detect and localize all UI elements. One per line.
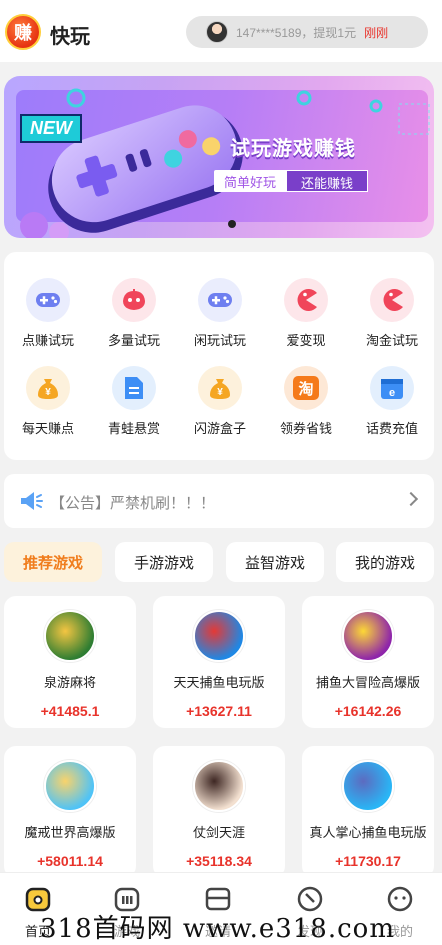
svg-text:¥: ¥ (217, 387, 223, 398)
promo-banner[interactable]: NEW 试玩游戏赚钱 简单好玩 还能赚钱 (4, 76, 434, 238)
game-name: 仗剑天涯 (192, 825, 245, 840)
game-reward: +16142.26 (334, 703, 402, 719)
gamepad-illustration (20, 88, 430, 238)
game-name: 真人掌心捕鱼电玩版 (309, 825, 427, 840)
tab-recommended[interactable]: 推荐游戏 (4, 542, 102, 582)
game-icon (342, 760, 394, 812)
grid-item[interactable]: 爱变现 (264, 278, 348, 349)
grid-item-label: 爱变现 (286, 333, 326, 348)
controller-icon (112, 278, 156, 322)
grid-item-label: 点赚试玩 (21, 333, 74, 348)
game-card[interactable]: 魔戒世界高爆版 +58011.14 (4, 746, 136, 878)
announcement-text: 【公告】严禁机刷！！！ (50, 495, 216, 512)
feature-grid: 点赚试玩 多量试玩 闲玩试玩 爱变现 淘金试玩 ¥ 每天赚点 青蛙悬赏 ¥ 闪游盒子… (4, 252, 434, 460)
grid-item[interactable]: ¥ 每天赚点 (6, 366, 90, 437)
tab-mobile[interactable]: 手游游戏 (115, 542, 213, 582)
game-name: 泉游麻将 (43, 675, 96, 690)
banner-sub-right: 还能赚钱 (286, 170, 369, 192)
game-name: 魔戒世界高爆版 (24, 825, 116, 840)
taobao-icon: 淘 (284, 366, 328, 410)
pacman-icon (284, 278, 328, 322)
grid-item[interactable]: 点赚试玩 (6, 278, 90, 349)
banner-title: 试玩游戏赚钱 (230, 138, 356, 160)
phone-card-icon: e (370, 366, 414, 410)
grid-item-label: 领券省钱 (279, 421, 332, 436)
svg-text:淘: 淘 (297, 380, 313, 398)
tab-mine[interactable]: 我的游戏 (336, 542, 434, 582)
game-card[interactable]: 真人掌心捕鱼电玩版 +11730.17 (302, 746, 434, 878)
grid-item[interactable]: 多量试玩 (92, 278, 176, 349)
new-tag: NEW (20, 114, 82, 143)
game-card[interactable]: 仗剑天涯 +35118.34 (153, 746, 285, 878)
grid-item[interactable]: 青蛙悬赏 (92, 366, 176, 437)
banner-subtitle: 简单好玩 还能赚钱 (214, 170, 369, 192)
app-title: 快玩 (50, 26, 90, 48)
megaphone-icon (21, 492, 43, 510)
game-icon (342, 610, 394, 662)
pacman-icon (370, 278, 414, 322)
grid-item-label: 多量试玩 (107, 333, 160, 348)
grid-item[interactable]: 闲玩试玩 (178, 278, 262, 349)
money-bag-icon: ¥ (26, 366, 70, 410)
grid-item-label: 青蛙悬赏 (107, 421, 160, 436)
game-card[interactable]: 天天捕鱼电玩版 +13627.11 (153, 596, 285, 728)
gamepad-icon (26, 278, 70, 322)
document-icon (112, 366, 156, 410)
grid-item-label: 闪游盒子 (193, 421, 246, 436)
notice-text: 147****5189，提现1元 (236, 25, 357, 40)
avatar (206, 21, 228, 43)
game-card[interactable]: 捕鱼大冒险高爆版 +16142.26 (302, 596, 434, 728)
svg-text:¥: ¥ (45, 387, 51, 398)
game-icon (44, 760, 96, 812)
notice-time: 刚刚 (364, 25, 389, 40)
grid-item[interactable]: 淘金试玩 (350, 278, 434, 349)
gamepad-icon (198, 278, 242, 322)
game-icon (193, 610, 245, 662)
game-name: 捕鱼大冒险高爆版 (315, 675, 420, 690)
announcement-bar[interactable]: 【公告】严禁机刷！！！ (4, 474, 434, 528)
header: 赚 快玩 147****5189，提现1元 刚刚 (0, 0, 442, 62)
watermark: 318首码网 www.e318.com (40, 914, 395, 944)
grid-item[interactable]: 淘 领券省钱 (264, 366, 348, 437)
banner-sub-left: 简单好玩 (214, 170, 287, 192)
grid-item-label: 闲玩试玩 (193, 333, 246, 348)
game-reward: +58011.14 (37, 853, 103, 869)
grid-item[interactable]: ¥ 闪游盒子 (178, 366, 262, 437)
game-reward: +35118.34 (186, 853, 252, 869)
money-bag-icon: ¥ (198, 366, 242, 410)
tab-puzzle[interactable]: 益智游戏 (226, 542, 324, 582)
grid-item[interactable]: e 话费充值 (350, 366, 434, 437)
game-reward: +13627.11 (186, 703, 252, 719)
grid-item-label: 每天赚点 (21, 421, 74, 436)
carousel-indicator[interactable] (228, 220, 236, 228)
svg-text:e: e (389, 387, 395, 399)
game-reward: +11730.17 (335, 853, 401, 869)
game-icon (193, 760, 245, 812)
app-logo: 赚 (5, 14, 41, 50)
game-icon (44, 610, 96, 662)
game-reward: +41485.1 (40, 703, 100, 719)
withdraw-notice: 147****5189，提现1元 刚刚 (186, 16, 428, 48)
grid-item-label: 淘金试玩 (365, 333, 418, 348)
grid-item-label: 话费充值 (365, 421, 418, 436)
game-name: 天天捕鱼电玩版 (173, 675, 265, 690)
chevron-right-icon (403, 491, 419, 507)
game-card[interactable]: 泉游麻将 +41485.1 (4, 596, 136, 728)
